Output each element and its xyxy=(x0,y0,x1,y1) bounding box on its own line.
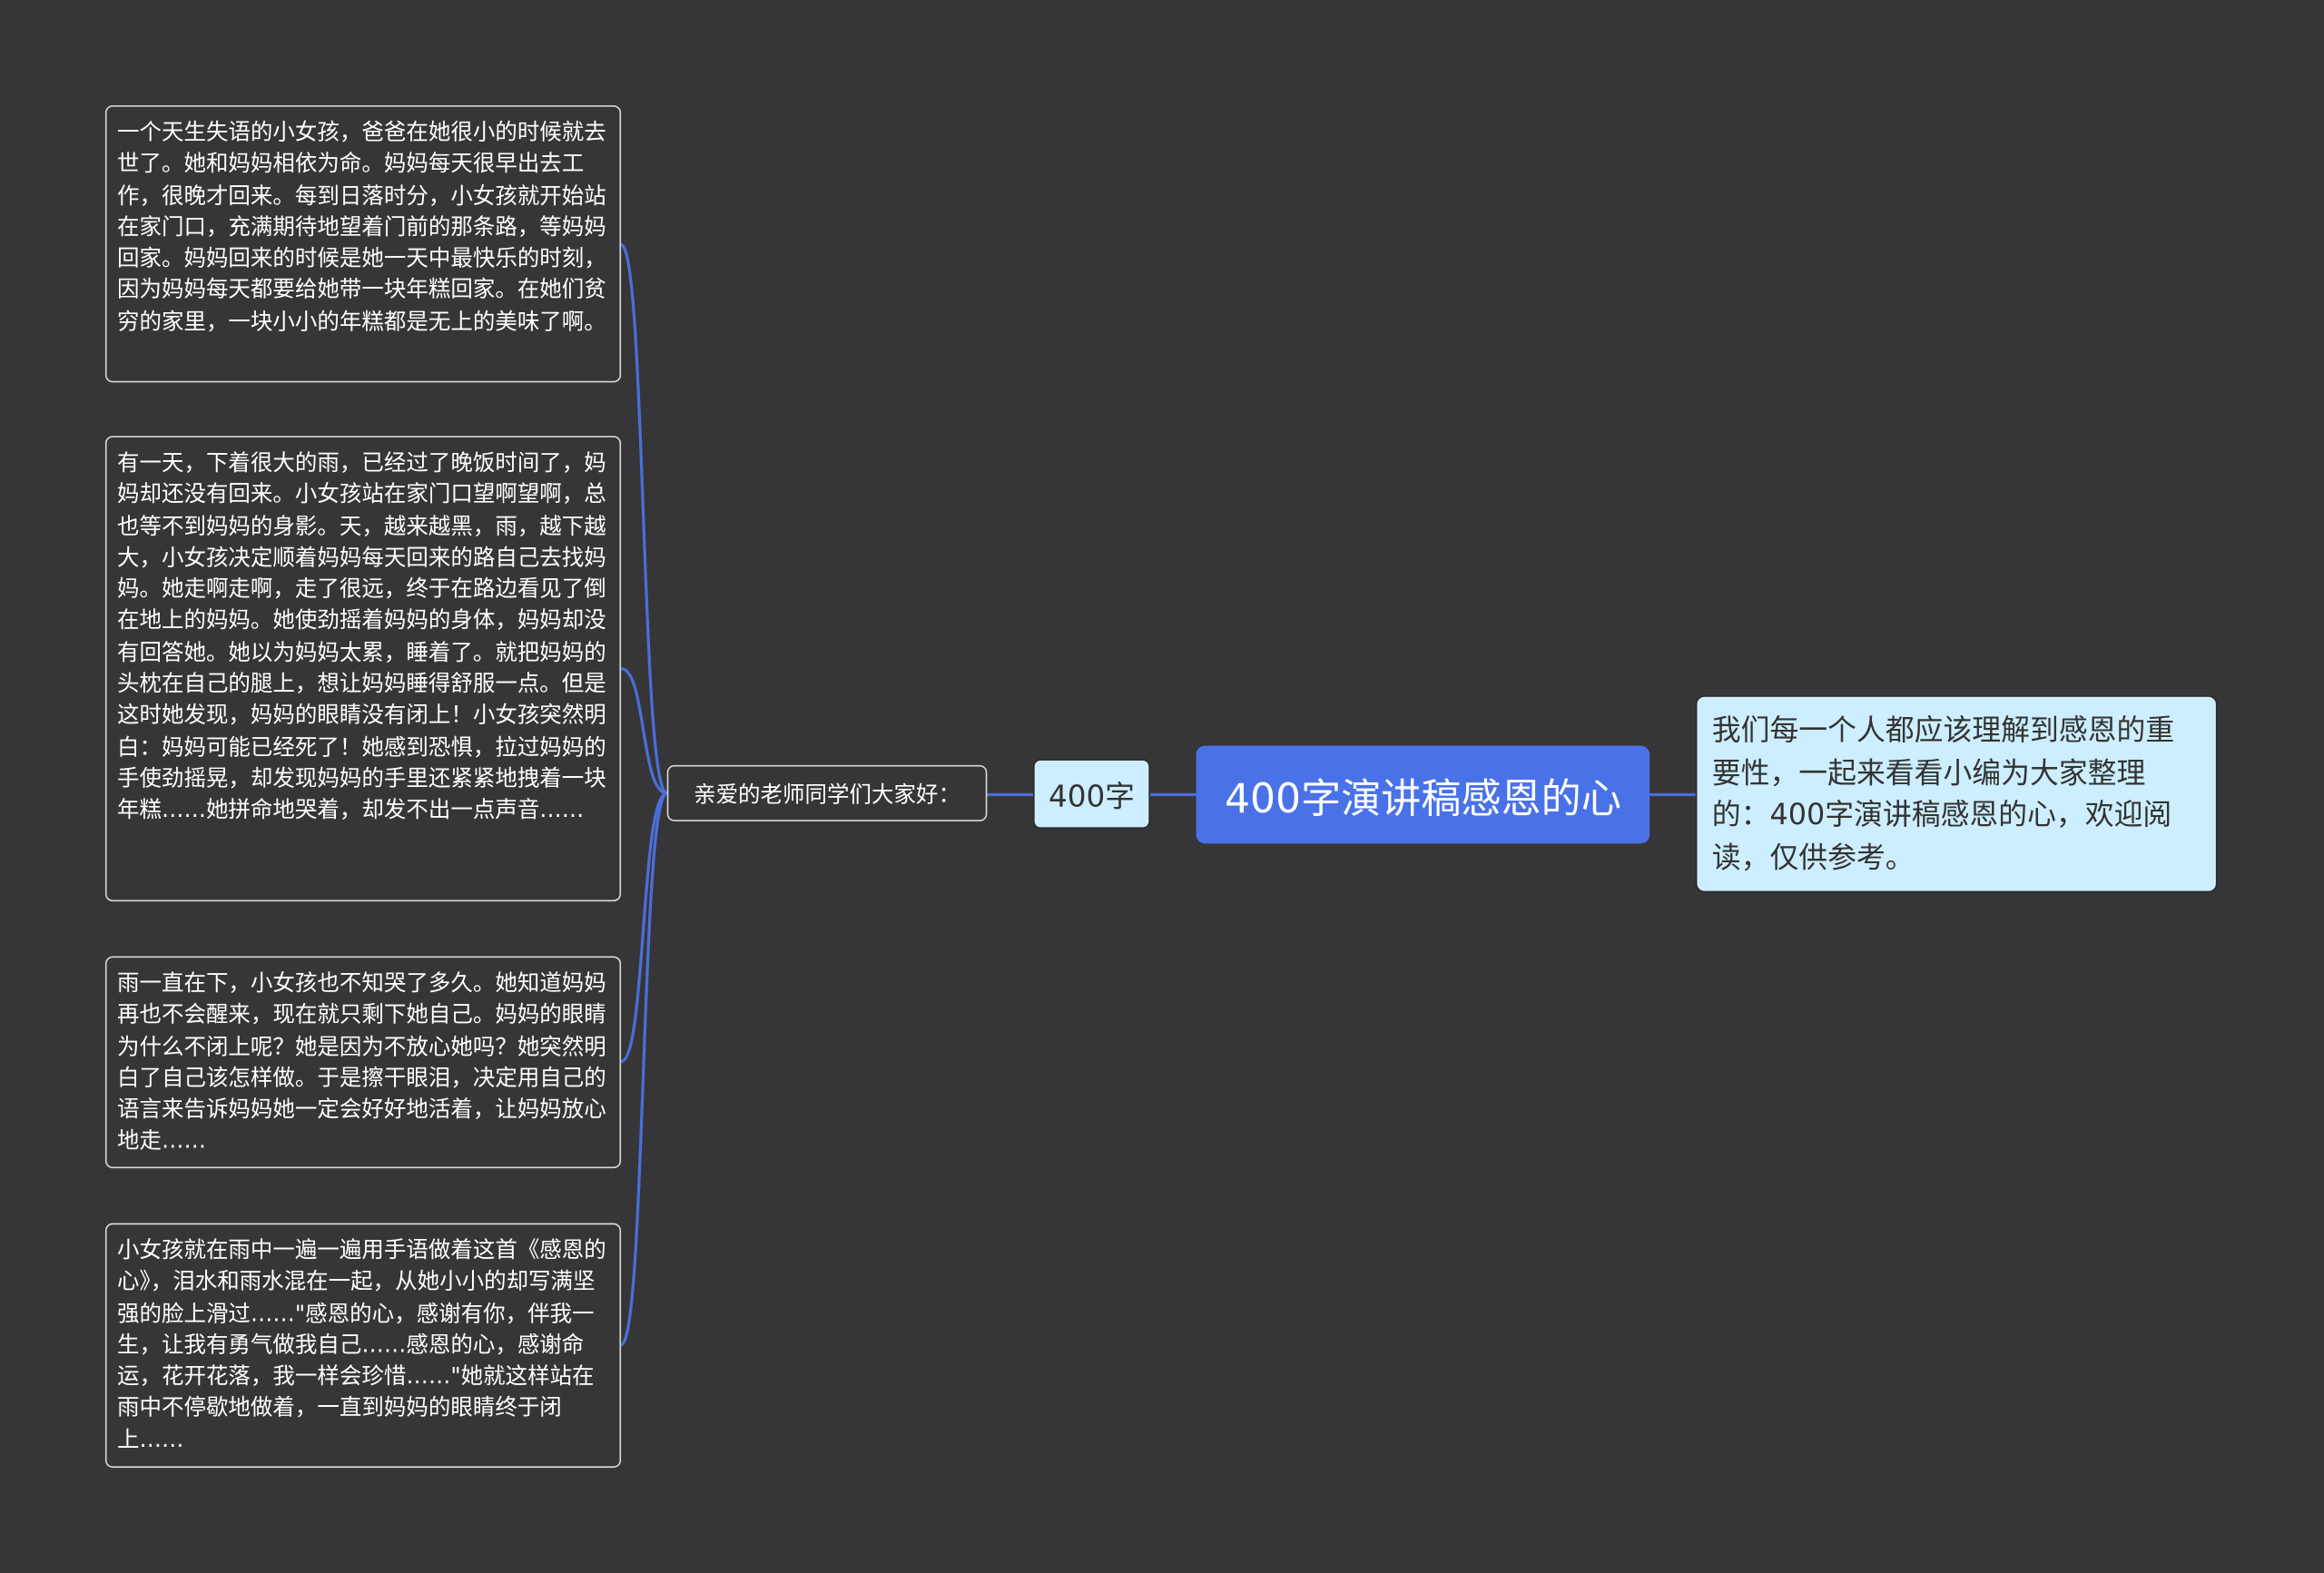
summary-topic-text: 我们每一个人都应该理解到感恩的重要性，一起来看看小编为大家整理的：400字演讲稿… xyxy=(1711,713,2175,874)
root-topic-label: 400字演讲稿感恩的心 xyxy=(1224,776,1621,822)
branch-topic[interactable]: 400字 xyxy=(1032,759,1150,830)
leaf-topic-3[interactable]: 雨一直在下，小女孩也不知哭了多久。她知道妈妈再也不会醒来，现在就只剩下她自己。妈… xyxy=(104,956,622,1169)
link-sub-leaf0 xyxy=(619,242,669,795)
leaf-topic-text: 雨一直在下，小女孩也不知哭了多久。她知道妈妈再也不会醒来，现在就只剩下她自己。妈… xyxy=(116,969,606,1155)
summary-topic[interactable]: 我们每一个人都应该理解到感恩的重要性，一起来看看小编为大家整理的：400字演讲稿… xyxy=(1695,695,2218,893)
leaf-topic-1[interactable]: 一个天生失语的小女孩，爸爸在她很小的时候就去世了。她和妈妈相依为命。妈妈每天很早… xyxy=(104,104,622,383)
sub-topic-label: 亲爱的老师同学们大家好： xyxy=(694,780,960,808)
leaf-topic-2[interactable]: 有一天，下着很大的雨，已经过了晚饭时间了，妈妈却还没有回来。小女孩站在家门口望啊… xyxy=(104,436,622,902)
branch-topic-label: 400字 xyxy=(1048,778,1135,814)
leaf-topic-text: 有一天，下着很大的雨，已经过了晚饭时间了，妈妈却还没有回来。小女孩站在家门口望啊… xyxy=(116,448,606,823)
root-topic[interactable]: 400字演讲稿感恩的心 xyxy=(1196,745,1650,844)
leaf-topic-text: 一个天生失语的小女孩，爸爸在她很小的时候就去世了。她和妈妈相依为命。妈妈每天很早… xyxy=(116,118,606,335)
sub-topic[interactable]: 亲爱的老师同学们大家好： xyxy=(666,764,988,821)
leaf-topic-4[interactable]: 小女孩就在雨中一遍一遍用手语做着这首《感恩的心》，泪水和雨水混在一起，从她小小的… xyxy=(104,1223,622,1469)
mindmap-canvas: 400字演讲稿感恩的心 我们每一个人都应该理解到感恩的重要性，一起来看看小编为大… xyxy=(0,0,2324,1573)
link-sub-leaf3 xyxy=(619,791,669,1347)
leaf-topic-text: 小女孩就在雨中一遍一遍用手语做着这首《感恩的心》，泪水和雨水混在一起，从她小小的… xyxy=(116,1236,606,1453)
